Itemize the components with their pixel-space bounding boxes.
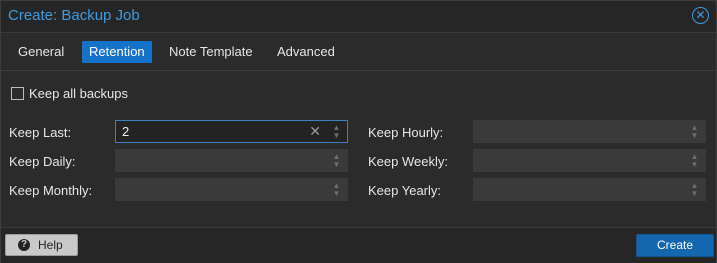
spinner-icon[interactable]: ▲ ▼ [690, 153, 699, 169]
spinner-icon[interactable]: ▲ ▼ [690, 124, 699, 140]
keep-yearly-label: Keep Yearly: [368, 183, 442, 198]
keep-last-value: 2 [122, 124, 130, 139]
keep-yearly-input[interactable]: ▲ ▼ [473, 178, 706, 201]
chevron-up-icon[interactable]: ▲ [332, 182, 341, 190]
tab-retention[interactable]: Retention [82, 41, 152, 63]
dialog-titlebar: Create: Backup Job ✕ [1, 1, 716, 33]
chevron-up-icon[interactable]: ▲ [332, 124, 341, 132]
keep-hourly-label: Keep Hourly: [368, 125, 444, 140]
chevron-up-icon[interactable]: ▲ [690, 124, 699, 132]
help-button[interactable]: ? Help [5, 234, 78, 256]
keep-monthly-input[interactable]: ▲ ▼ [115, 178, 348, 201]
create-button[interactable]: Create [636, 234, 714, 257]
keep-all-backups-label[interactable]: Keep all backups [29, 86, 128, 101]
keep-weekly-input[interactable]: ▲ ▼ [473, 149, 706, 172]
tab-note-template[interactable]: Note Template [162, 41, 260, 63]
keep-all-backups-checkbox[interactable] [11, 87, 24, 100]
chevron-down-icon[interactable]: ▼ [690, 132, 699, 140]
dialog-title: Create: Backup Job [8, 7, 140, 24]
keep-monthly-label: Keep Monthly: [9, 183, 93, 198]
chevron-down-icon[interactable]: ▼ [690, 190, 699, 198]
close-icon[interactable]: ✕ [692, 7, 709, 24]
chevron-up-icon[interactable]: ▲ [690, 182, 699, 190]
tab-advanced[interactable]: Advanced [270, 41, 342, 63]
chevron-down-icon[interactable]: ▼ [332, 132, 341, 140]
chevron-up-icon[interactable]: ▲ [332, 153, 341, 161]
keep-daily-label: Keep Daily: [9, 154, 76, 169]
spinner-icon[interactable]: ▲ ▼ [690, 182, 699, 198]
chevron-down-icon[interactable]: ▼ [332, 190, 341, 198]
keep-last-input[interactable]: 2 ✕ ▲ ▼ [115, 120, 348, 143]
spinner-icon[interactable]: ▲ ▼ [332, 124, 341, 140]
chevron-up-icon[interactable]: ▲ [690, 153, 699, 161]
chevron-down-icon[interactable]: ▼ [690, 161, 699, 169]
tab-bar: General Retention Note Template Advanced [1, 33, 716, 71]
keep-last-label: Keep Last: [9, 125, 72, 140]
question-circle-icon: ? [18, 239, 30, 251]
dialog-footer: ? Help Create [1, 227, 716, 263]
spinner-icon[interactable]: ▲ ▼ [332, 182, 341, 198]
create-backup-job-dialog: Create: Backup Job ✕ General Retention N… [0, 0, 717, 263]
chevron-down-icon[interactable]: ▼ [332, 161, 341, 169]
retention-panel: Keep all backups Keep Last: 2 ✕ ▲ ▼ Keep… [1, 71, 716, 226]
clear-icon[interactable]: ✕ [309, 123, 321, 140]
help-button-label: Help [38, 238, 63, 252]
keep-daily-input[interactable]: ▲ ▼ [115, 149, 348, 172]
keep-hourly-input[interactable]: ▲ ▼ [473, 120, 706, 143]
tab-general[interactable]: General [11, 41, 71, 63]
keep-weekly-label: Keep Weekly: [368, 154, 448, 169]
spinner-icon[interactable]: ▲ ▼ [332, 153, 341, 169]
